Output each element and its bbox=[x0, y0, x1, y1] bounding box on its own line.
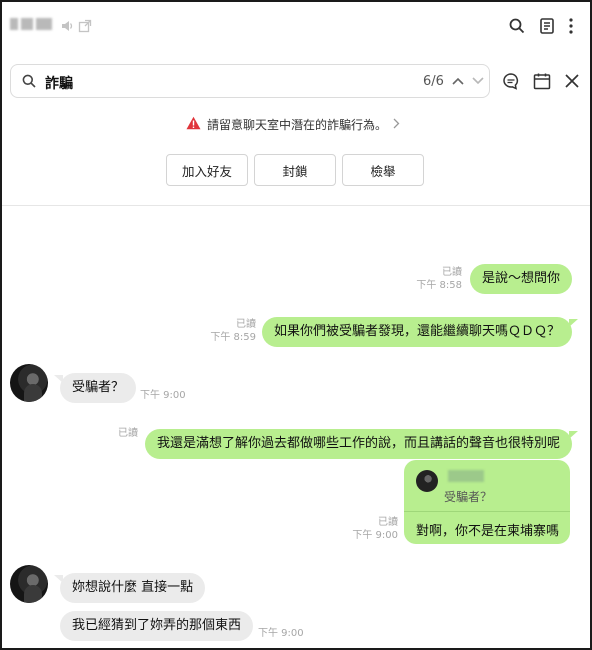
search-icon[interactable] bbox=[506, 15, 528, 37]
quoted-text: 受騙者？ bbox=[444, 490, 493, 504]
notes-icon[interactable] bbox=[536, 15, 558, 37]
calendar-icon[interactable] bbox=[531, 70, 553, 92]
scam-warning[interactable]: 請留意聊天室中潛在的詐騙行為。 bbox=[186, 116, 400, 133]
popout-icon[interactable] bbox=[74, 15, 96, 37]
reply-message-bubble[interactable]: 受騙者？ 對啊，你不是在柬埔寨嗎 bbox=[404, 460, 570, 544]
avatar[interactable] bbox=[10, 364, 48, 402]
read-receipt: 已讀 bbox=[118, 428, 138, 439]
scam-warning-panel: 請留意聊天室中潛在的詐騙行為。 加入好友 封鎖 檢舉 bbox=[2, 106, 590, 206]
search-icon bbox=[20, 72, 38, 90]
message-bubble[interactable]: 妳想說什麼 直接一點 bbox=[53, 573, 206, 603]
quoted-sender-redacted bbox=[448, 470, 484, 482]
chat-header bbox=[2, 2, 590, 50]
reply-text: 對啊，你不是在柬埔寨嗎 bbox=[416, 524, 560, 539]
message-time: 下午 8:58 bbox=[416, 280, 462, 291]
quoted-message[interactable]: 受騙者？ bbox=[404, 460, 570, 512]
search-query[interactable]: 詐騙 bbox=[45, 73, 73, 93]
message-bubble[interactable]: 如果你們被受騙者發現，還能繼續聊天嗎ＱＤＱ？ bbox=[261, 317, 579, 347]
add-friend-button[interactable]: 加入好友 bbox=[166, 154, 248, 186]
chevron-up-icon[interactable] bbox=[449, 72, 467, 90]
read-receipt: 已讀 bbox=[236, 319, 256, 330]
chat-title-redacted bbox=[10, 18, 54, 32]
more-icon[interactable] bbox=[560, 15, 582, 37]
message-meta: 已讀 下午 8:58 bbox=[416, 266, 462, 292]
read-receipt: 已讀 bbox=[442, 267, 462, 278]
avatar[interactable] bbox=[10, 565, 48, 603]
warning-icon bbox=[186, 116, 201, 133]
search-result-count: 6/6 bbox=[423, 74, 444, 89]
message-bubble[interactable]: 我已經猜到了妳弄的那個東西 bbox=[60, 611, 254, 641]
message-bubble[interactable]: 我還是滿想了解你過去都做哪些工作的說，而且講話的聲音也很特別呢 bbox=[144, 429, 579, 459]
search-bar: 詐騙 6/6 bbox=[2, 58, 590, 106]
search-input[interactable]: 詐騙 6/6 bbox=[10, 64, 490, 98]
block-button[interactable]: 封鎖 bbox=[254, 154, 336, 186]
message-bubble[interactable]: 是說～想問你 bbox=[469, 264, 572, 294]
chevron-right-icon bbox=[393, 118, 400, 132]
message-time: 下午 9:00 bbox=[140, 390, 186, 401]
chat-window: 詐騙 6/6 請留意聊天室中潛在的詐騙行為。 加入好友 封鎖 檢舉 已讀 下午 … bbox=[0, 0, 592, 650]
message-time: 下午 9:00 bbox=[258, 628, 304, 639]
close-icon[interactable] bbox=[561, 70, 583, 92]
report-button[interactable]: 檢舉 bbox=[342, 154, 424, 186]
message-meta: 已讀 下午 8:59 bbox=[210, 318, 256, 344]
chevron-down-icon[interactable] bbox=[469, 72, 487, 90]
message-list: 已讀 下午 8:58 是說～想問你 已讀 下午 8:59 如果你們被受騙者發現，… bbox=[2, 207, 590, 648]
read-receipt: 已讀 bbox=[378, 517, 398, 528]
message-time: 下午 9:00 bbox=[352, 530, 398, 541]
warning-text: 請留意聊天室中潛在的詐騙行為。 bbox=[207, 118, 388, 132]
message-bubble[interactable]: 受騙者？ bbox=[53, 373, 137, 403]
quoted-avatar bbox=[416, 470, 438, 492]
message-meta: 已讀 下午 9:00 bbox=[352, 516, 398, 542]
message-time: 下午 8:59 bbox=[210, 332, 256, 343]
chat-bubble-icon[interactable] bbox=[500, 70, 522, 92]
